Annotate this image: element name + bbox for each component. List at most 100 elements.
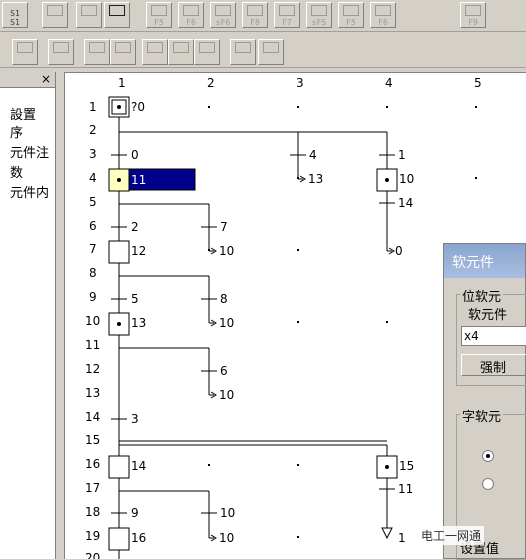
step-11-label: 11 bbox=[131, 173, 146, 187]
toolbar-button-6[interactable] bbox=[168, 39, 194, 65]
transition-6-label: 6 bbox=[220, 364, 228, 378]
transition-3-label: 3 bbox=[131, 412, 139, 426]
toolbar-button-sfc-icon[interactable] bbox=[104, 2, 130, 28]
row-number-19: 19 bbox=[85, 529, 100, 543]
row-number-1: 1 bbox=[89, 100, 97, 114]
row-number-8: 8 bbox=[89, 266, 97, 280]
step-initial-label: ?0 bbox=[131, 100, 145, 114]
toolbar-button-f7[interactable]: F7 bbox=[274, 2, 300, 28]
toolbar-button-2[interactable] bbox=[48, 39, 74, 65]
column-header-5: 5 bbox=[474, 76, 482, 90]
step-13-label: 13 bbox=[131, 316, 146, 330]
row-number-13: 13 bbox=[85, 386, 100, 400]
tree-item-device-comment[interactable]: 元件注 bbox=[10, 142, 49, 161]
radio-option-1[interactable] bbox=[482, 450, 494, 462]
step-16-label: 16 bbox=[131, 531, 146, 545]
radio-option-2[interactable] bbox=[482, 478, 494, 490]
row-number-12: 12 bbox=[85, 362, 100, 376]
toolbar-button-f9[interactable]: F9 bbox=[460, 2, 486, 28]
jump-10a-label: 10 bbox=[219, 244, 234, 258]
project-panel-header: × bbox=[0, 72, 55, 88]
toolbar-button-7[interactable] bbox=[194, 39, 220, 65]
step-16[interactable] bbox=[108, 527, 130, 551]
toolbar-button-f5[interactable]: F5 bbox=[146, 2, 172, 28]
toolbar-button-3[interactable] bbox=[84, 39, 110, 65]
step-12[interactable] bbox=[108, 240, 130, 264]
toolbar-button-f8[interactable]: F8 bbox=[242, 2, 268, 28]
toolbar-button-9[interactable] bbox=[258, 39, 284, 65]
row-number-17: 17 bbox=[85, 481, 100, 495]
transition-8-label: 8 bbox=[220, 292, 228, 306]
toolbar-button-sf6[interactable]: sF6 bbox=[210, 2, 236, 28]
toolbar-button-sf5[interactable]: sF5 bbox=[306, 2, 332, 28]
row-number-2: 2 bbox=[89, 123, 97, 137]
row-number-16: 16 bbox=[85, 457, 100, 471]
transition-4-label: 4 bbox=[309, 148, 317, 162]
row-number-14: 14 bbox=[85, 410, 100, 424]
column-header-3: 3 bbox=[296, 76, 304, 90]
toolbar-button-s1[interactable]: S1 S1 bbox=[2, 2, 28, 28]
step-10[interactable] bbox=[376, 168, 398, 192]
jump-10c-label: 10 bbox=[219, 388, 234, 402]
transition-2-label: 2 bbox=[131, 220, 139, 234]
device-test-dialog: 软元件 位软元 软元件 x4 强制 字软元 设置值 bbox=[443, 243, 526, 560]
step-10-label: 10 bbox=[399, 172, 414, 186]
word-device-group-title: 字软元 bbox=[460, 406, 504, 425]
step-initial[interactable] bbox=[108, 96, 130, 118]
row-number-11: 11 bbox=[85, 338, 100, 352]
toolbar-button-5[interactable] bbox=[142, 39, 168, 65]
tree-item-settings[interactable]: 設置 bbox=[10, 104, 36, 123]
transition-1-label: 1 bbox=[398, 148, 406, 162]
toolbar-button-f6b[interactable]: F6 bbox=[370, 2, 396, 28]
watermark: 电工一网通 bbox=[418, 526, 485, 545]
row-number-9: 9 bbox=[89, 290, 97, 304]
toolbar-button-4[interactable] bbox=[110, 39, 136, 65]
transition-14-label: 14 bbox=[398, 196, 413, 210]
bit-device-label: 软元件 bbox=[466, 304, 510, 323]
toolbar-button-f5b[interactable]: F5 bbox=[338, 2, 364, 28]
bit-device-group-title: 位软元 bbox=[460, 286, 504, 305]
grid-dots bbox=[208, 106, 477, 538]
toolbar-button-grid-icon[interactable] bbox=[76, 2, 102, 28]
toolbar-button-f6[interactable]: F6 bbox=[178, 2, 204, 28]
step-11-selected[interactable] bbox=[108, 168, 196, 192]
row-number-18: 18 bbox=[85, 505, 100, 519]
row-number-3: 3 bbox=[89, 147, 97, 161]
step-15[interactable] bbox=[376, 455, 398, 479]
row-number-4: 4 bbox=[89, 171, 97, 185]
transition-5-label: 5 bbox=[131, 292, 139, 306]
jump-1-label: 1 bbox=[398, 531, 406, 545]
step-14[interactable] bbox=[108, 455, 130, 479]
row-number-5: 5 bbox=[89, 195, 97, 209]
transition-10-label: 10 bbox=[220, 506, 235, 520]
row-number-15: 15 bbox=[85, 433, 100, 447]
jump-0-label: 0 bbox=[395, 244, 403, 258]
dialog-title: 软元件 bbox=[444, 244, 525, 278]
force-on-button[interactable]: 强制 bbox=[461, 354, 526, 376]
column-header-4: 4 bbox=[385, 76, 393, 90]
step-12-label: 12 bbox=[131, 244, 146, 258]
step-15-label: 15 bbox=[399, 459, 414, 473]
row-number-20: 20 bbox=[85, 551, 100, 559]
step-13[interactable] bbox=[108, 312, 130, 336]
jump-13-label: 13 bbox=[308, 172, 323, 186]
tree-item-device-memory[interactable]: 元件内 bbox=[10, 182, 49, 201]
toolbar-button-8[interactable] bbox=[230, 39, 256, 65]
main-toolbar: S1 S1 F5 F6 sF6 F8 F7 sF5 F5 F6 F9 bbox=[0, 0, 526, 32]
toolbar-button-ladder-icon[interactable] bbox=[42, 2, 68, 28]
transition-11-label: 11 bbox=[398, 482, 413, 496]
close-icon[interactable]: × bbox=[39, 72, 53, 86]
transition-9-label: 9 bbox=[131, 506, 139, 520]
row-number-7: 7 bbox=[89, 242, 97, 256]
tree-item-parameters[interactable]: 数 bbox=[10, 162, 23, 181]
toolbar-button-1[interactable] bbox=[12, 39, 38, 65]
project-panel: × 設置 序 元件注 数 元件内 bbox=[0, 72, 56, 559]
device-input[interactable]: x4 bbox=[461, 326, 526, 346]
row-number-6: 6 bbox=[89, 219, 97, 233]
transition-7-label: 7 bbox=[220, 220, 228, 234]
secondary-toolbar bbox=[0, 36, 526, 68]
jump-10d-label: 10 bbox=[219, 531, 234, 545]
tree-item-program[interactable]: 序 bbox=[10, 122, 23, 141]
step-14-label: 14 bbox=[131, 459, 146, 473]
row-number-10: 10 bbox=[85, 314, 100, 328]
